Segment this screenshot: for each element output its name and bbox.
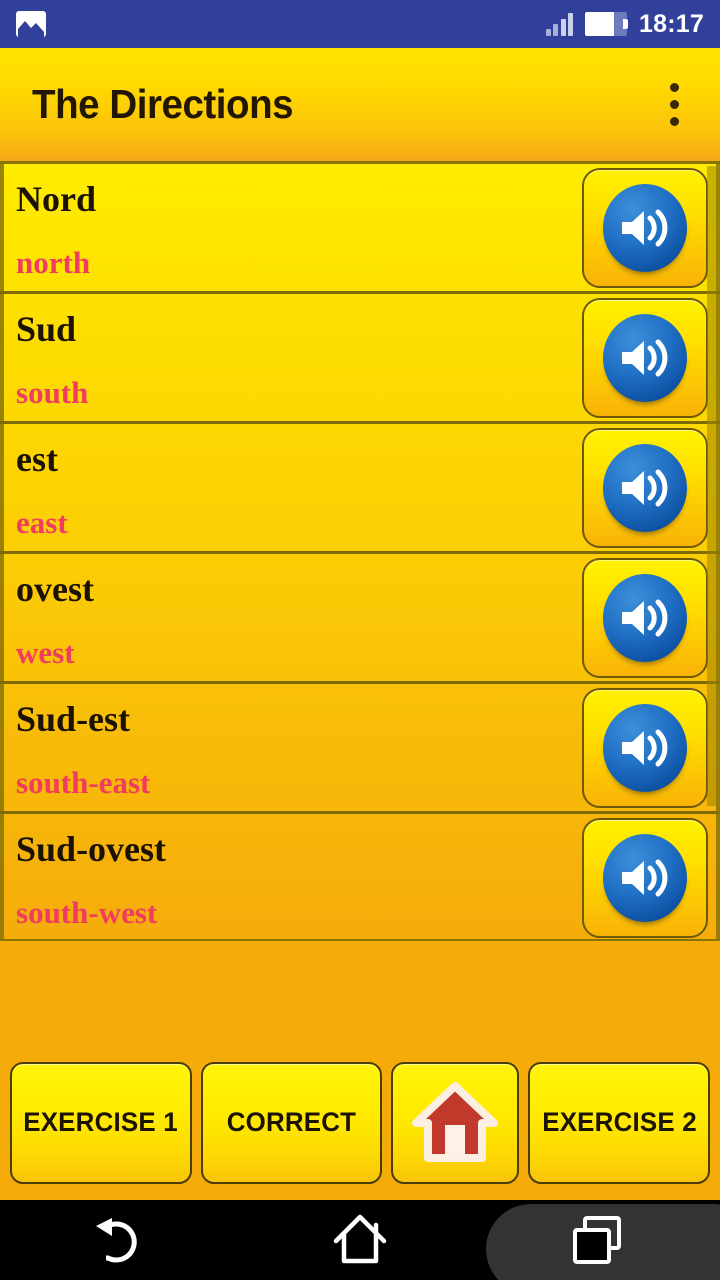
list-item[interactable]: est east xyxy=(0,424,720,554)
android-nav-bar xyxy=(0,1200,720,1280)
phone-screen: 18:17 The Directions Nord north Sud sout… xyxy=(0,0,720,1280)
home-house-icon xyxy=(412,1081,499,1164)
speaker-disc xyxy=(603,313,687,402)
list-item-text: ovest west xyxy=(16,554,582,681)
word-source: ovest xyxy=(16,569,94,609)
home-button[interactable] xyxy=(391,1061,520,1184)
content-filler xyxy=(0,941,720,1045)
word-translation: south-east xyxy=(16,765,151,800)
speaker-disc xyxy=(603,183,687,272)
list-item[interactable]: Sud-est south-east xyxy=(0,684,720,814)
speaker-icon[interactable] xyxy=(582,557,708,678)
exercise-1-label: EXERCISE 1 xyxy=(23,1107,179,1137)
word-translation: west xyxy=(16,635,75,670)
exercise-1-button[interactable]: EXERCISE 1 xyxy=(10,1061,192,1184)
word-source: Sud-ovest xyxy=(16,829,167,869)
speaker-icon[interactable] xyxy=(582,167,708,288)
list-item-text: est east xyxy=(16,424,582,551)
speaker-icon[interactable] xyxy=(582,817,708,938)
bottom-button-bar: EXERCISE 1 CORRECT EXERCISE 2 xyxy=(0,1045,720,1200)
signal-bars-icon xyxy=(545,12,574,36)
word-translation: south-west xyxy=(16,895,158,930)
word-source: Sud xyxy=(16,309,77,349)
speaker-icon[interactable] xyxy=(582,687,708,808)
word-source: Sud-est xyxy=(16,699,131,739)
image-icon xyxy=(16,11,46,37)
speaker-disc xyxy=(603,833,687,922)
status-bar-right: 18:17 xyxy=(545,9,704,39)
directions-list[interactable]: Nord north Sud south est east ovest west… xyxy=(0,161,720,941)
word-source: Nord xyxy=(16,179,96,219)
speaker-disc xyxy=(603,443,687,532)
word-translation: north xyxy=(16,245,91,280)
back-arrow-icon[interactable] xyxy=(0,1200,240,1280)
speaker-disc xyxy=(603,703,687,792)
status-bar-left xyxy=(16,11,46,37)
list-item-text: Sud-est south-east xyxy=(16,684,582,811)
word-translation: east xyxy=(16,505,68,540)
list-item-text: Sud south xyxy=(16,294,582,421)
list-item[interactable]: Sud-ovest south-west xyxy=(0,814,720,939)
status-bar: 18:17 xyxy=(0,0,720,48)
home-outline-icon[interactable] xyxy=(240,1200,480,1280)
battery-icon xyxy=(585,12,629,36)
exercise-2-button[interactable]: EXERCISE 2 xyxy=(528,1061,711,1184)
speaker-icon[interactable] xyxy=(582,297,708,418)
page-title: The Directions xyxy=(32,81,294,127)
list-item-text: Nord north xyxy=(16,164,582,291)
speaker-icon[interactable] xyxy=(582,427,708,548)
list-scrollbar[interactable] xyxy=(707,166,716,806)
recents-squares-icon[interactable] xyxy=(480,1200,720,1280)
list-item-text: Sud-ovest south-west xyxy=(16,814,582,939)
exercise-2-label: EXERCISE 2 xyxy=(541,1107,697,1137)
status-bar-clock: 18:17 xyxy=(639,9,704,38)
list-item[interactable]: ovest west xyxy=(0,554,720,684)
speaker-disc xyxy=(603,573,687,662)
list-item[interactable]: Sud south xyxy=(0,294,720,424)
word-source: est xyxy=(16,439,58,479)
correct-button[interactable]: CORRECT xyxy=(200,1061,383,1184)
list-item[interactable]: Nord north xyxy=(0,164,720,294)
app-bar: The Directions xyxy=(0,48,720,161)
overflow-menu-icon[interactable] xyxy=(654,77,694,133)
correct-label: CORRECT xyxy=(226,1107,357,1137)
word-translation: south xyxy=(16,375,89,410)
